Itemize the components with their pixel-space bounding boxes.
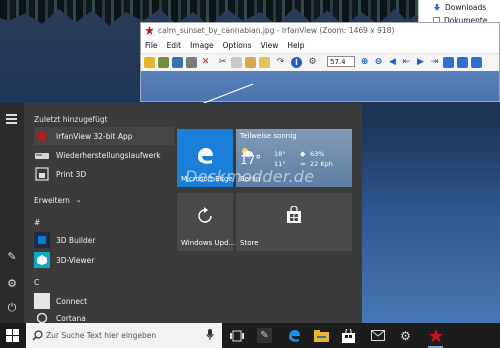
search-placeholder: Zur Suche Text hier eingeben	[46, 331, 157, 340]
slideshow-icon[interactable]	[158, 57, 169, 68]
start-menu: ✎ ⚙ ⏻ Zuletzt hinzugefügt IrfanView 32-b…	[0, 103, 362, 324]
3d-viewer-icon	[34, 252, 50, 268]
app-label: 3D-Viewer	[56, 255, 95, 265]
app-print-3d[interactable]: Print 3D	[34, 166, 86, 182]
app-label: Print 3D	[56, 169, 87, 179]
file-explorer-icon[interactable]	[314, 328, 329, 343]
hamburger-icon[interactable]	[0, 111, 24, 125]
zoom-out-icon[interactable]: ⊖	[373, 57, 384, 68]
zoom-in-icon[interactable]: ⊕	[359, 57, 370, 68]
mail-icon[interactable]	[370, 328, 385, 343]
chevron-down-icon: ⌄	[75, 196, 82, 204]
paint-icon[interactable]	[471, 57, 482, 68]
app-label: 3D Builder	[56, 235, 96, 245]
print-3d-icon	[34, 166, 50, 182]
last-image-icon[interactable]: ⇥	[429, 57, 440, 68]
start-rail: ✎ ⚙ ⏻	[0, 103, 24, 323]
explorer-item-downloads[interactable]: Downloads	[433, 3, 486, 12]
expand-label: Erweitern	[34, 195, 70, 205]
menu-image[interactable]: Image	[190, 41, 214, 50]
copy-icon[interactable]	[231, 57, 242, 68]
expand-button[interactable]: Erweitern ⌄	[34, 192, 82, 208]
menu-help[interactable]: Help	[287, 41, 304, 50]
weather-temp: 17°	[240, 153, 262, 167]
windows-start-icon[interactable]	[5, 328, 20, 343]
app-label: Wiederherstellungslaufwerk	[56, 150, 161, 160]
app-connect[interactable]: Connect	[34, 293, 87, 309]
refresh-icon	[198, 207, 212, 223]
app-3d-viewer[interactable]: 3D-Viewer	[34, 252, 94, 268]
store-taskbar-icon[interactable]	[341, 328, 356, 343]
menu-bar: File Edit Image Options View Help	[145, 41, 304, 50]
pen-workspace-icon[interactable]: ✎	[257, 328, 272, 343]
tile-windows-update[interactable]: Windows Upd...	[177, 193, 236, 251]
toolbar: ✕ ✂ ↷ i ⚙ 57.4 ⊕ ⊖ ◀ ⇤ ▶ ⇥	[141, 53, 499, 72]
edge-taskbar-icon[interactable]	[286, 328, 301, 343]
zoom-input[interactable]: 57.4	[327, 56, 355, 67]
next-image-icon[interactable]: ▶	[415, 57, 426, 68]
connect-icon	[34, 293, 50, 309]
menu-file[interactable]: File	[145, 41, 158, 50]
app-label: IrfanView 32-bit App	[56, 131, 133, 141]
weather-condition: Teilweise sonnig	[240, 132, 297, 140]
irfanview-icon	[34, 128, 50, 144]
download-icon	[433, 3, 441, 11]
menu-edit[interactable]: Edit	[167, 41, 182, 50]
first-image-icon[interactable]: ⇤	[401, 57, 412, 68]
taskbar: Zur Suche Text hier eingeben ✎ ⚙	[0, 323, 500, 348]
weather-high: 18°	[274, 150, 286, 158]
tile-label: Store	[240, 239, 259, 247]
power-icon[interactable]: ⏻	[6, 302, 18, 314]
delete-icon[interactable]: ✕	[200, 57, 211, 68]
store-bag-icon	[287, 206, 301, 223]
fullscreen-icon[interactable]	[457, 57, 468, 68]
irfanview-taskbar-icon[interactable]	[428, 328, 443, 343]
explorer-item-label: Downloads	[445, 3, 487, 12]
info-icon[interactable]: i	[291, 57, 302, 68]
app-list: Zuletzt hinzugefügt IrfanView 32-bit App…	[24, 103, 174, 324]
edge-icon	[198, 148, 213, 164]
task-view-icon[interactable]	[229, 328, 244, 343]
menu-options[interactable]: Options	[223, 41, 252, 50]
app-irfanview[interactable]: IrfanView 32-bit App	[34, 128, 133, 144]
settings-icon[interactable]: ⚙	[6, 278, 18, 290]
redo-icon[interactable]: ↷	[275, 57, 286, 68]
microphone-icon[interactable]	[206, 329, 214, 341]
save-icon[interactable]	[172, 57, 183, 68]
letter-header-c[interactable]: C	[34, 278, 39, 287]
weather-humidity: 63%	[310, 150, 325, 158]
pen-icon[interactable]: ✎	[6, 251, 18, 263]
print-icon[interactable]	[186, 57, 197, 68]
thumbnails-icon[interactable]	[443, 57, 454, 68]
settings-taskbar-icon[interactable]: ⚙	[398, 328, 413, 343]
app-recovery-drive[interactable]: Wiederherstellungslaufwerk	[34, 147, 161, 163]
search-box[interactable]: Zur Suche Text hier eingeben	[26, 323, 222, 348]
menu-view[interactable]: View	[261, 41, 279, 50]
open-folder-icon[interactable]	[144, 57, 155, 68]
tile-label: Windows Upd...	[181, 239, 236, 247]
watermark: Deskmodder.de	[185, 167, 315, 186]
app-3d-builder[interactable]: 3D Builder	[34, 232, 95, 248]
app-label: Connect	[56, 296, 88, 306]
window-title: calm_sunset_by_cannabian.jpg - IrfanView…	[145, 26, 394, 35]
recently-added-header: Zuletzt hinzugefügt	[34, 115, 108, 124]
undo-icon[interactable]	[259, 57, 270, 68]
letter-header-hash[interactable]: #	[34, 218, 40, 227]
settings-icon[interactable]: ⚙	[307, 57, 318, 68]
recovery-drive-icon	[34, 147, 50, 163]
paste-icon[interactable]	[245, 57, 256, 68]
cut-icon[interactable]: ✂	[217, 57, 228, 68]
prev-image-icon[interactable]: ◀	[387, 57, 398, 68]
search-icon	[32, 330, 43, 341]
app-label: Cortana	[56, 313, 86, 323]
3d-builder-icon	[34, 232, 50, 248]
irfanview-logo-icon	[145, 26, 154, 35]
tile-store[interactable]: Store	[236, 193, 352, 251]
droplet-icon: ◆	[300, 150, 306, 158]
